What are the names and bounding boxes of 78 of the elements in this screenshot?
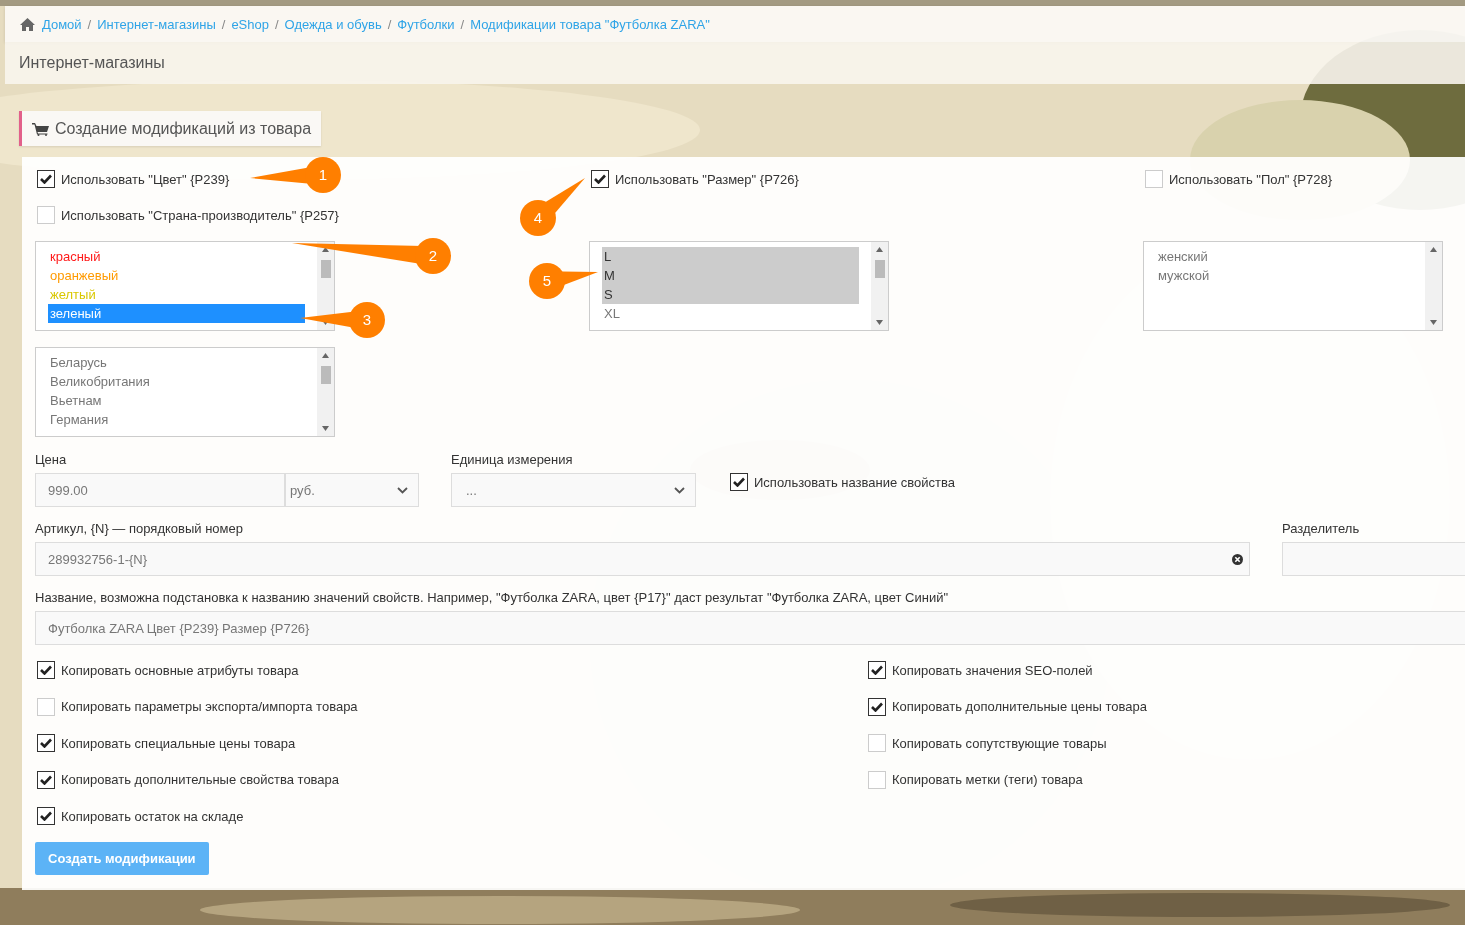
breadcrumb-separator: / bbox=[221, 16, 226, 32]
list-box[interactable]: женский мужской bbox=[1143, 241, 1443, 331]
scrollbar-thumb[interactable] bbox=[320, 260, 331, 278]
checkbox[interactable] bbox=[730, 473, 748, 491]
checkbox-label: Копировать сопутствующие товары bbox=[892, 735, 1107, 751]
checkbox[interactable] bbox=[868, 697, 886, 716]
create-button[interactable]: Создать модификации bbox=[35, 842, 209, 875]
list-option[interactable]: Вьетнам bbox=[48, 391, 305, 410]
list-option[interactable]: XL bbox=[602, 304, 859, 323]
field-label: Цена bbox=[35, 452, 68, 467]
home-icon bbox=[20, 17, 35, 31]
scroll-up-icon bbox=[876, 247, 883, 252]
caret-icon bbox=[674, 486, 685, 494]
list-box[interactable]: красный оранжевый желтый зеленый bbox=[35, 241, 335, 331]
checkbox-label: Копировать параметры экспорта/импорта товара bbox=[61, 699, 358, 714]
checkbox[interactable] bbox=[37, 807, 55, 825]
scroll-down-icon bbox=[1430, 320, 1437, 325]
breadcrumb-link[interactable]: Футболки bbox=[397, 16, 455, 32]
breadcrumb-separator: / bbox=[387, 16, 392, 32]
checkbox[interactable] bbox=[591, 170, 609, 188]
field-label: Артикул, {N} — порядковый номер bbox=[35, 521, 244, 536]
price-field[interactable]: 999.00 bbox=[35, 473, 285, 507]
list-option[interactable]: S bbox=[602, 285, 859, 304]
breadcrumb-link[interactable]: Модификации товара "Футболка ZARA" bbox=[470, 16, 710, 32]
checkbox[interactable] bbox=[37, 170, 55, 188]
scroll-down-icon bbox=[322, 426, 329, 431]
list-option[interactable]: зеленый bbox=[48, 304, 305, 323]
field-label: Разделитель bbox=[1282, 521, 1361, 536]
separator-field[interactable] bbox=[1282, 542, 1465, 576]
checkbox-label: Копировать остаток на складе bbox=[61, 808, 244, 824]
list-option[interactable]: мужской bbox=[1156, 266, 1413, 285]
breadcrumb-separator: / bbox=[274, 16, 279, 32]
scroll-up-icon bbox=[322, 247, 329, 252]
clear-icon bbox=[1232, 553, 1243, 565]
name-field[interactable]: Футболка ZARA Цвет {P239} Размер {P726} bbox=[35, 611, 1465, 645]
checkbox-label: Использовать "Страна-производитель" {P257} bbox=[61, 207, 339, 223]
breadcrumb-separator: / bbox=[460, 16, 465, 32]
currency-select[interactable]: руб. bbox=[285, 473, 419, 507]
scroll-up-icon bbox=[1430, 247, 1437, 252]
checkbox[interactable] bbox=[37, 770, 55, 789]
breadcrumb-link[interactable]: eShop bbox=[231, 16, 269, 32]
field-label: Название, возможна подстановка к названию значений свойств. Например, "Футболка ZARA, цвет {P17}" даст результат "Футболка ZARA, цвет Синий" bbox=[35, 590, 950, 605]
checkbox[interactable] bbox=[868, 661, 886, 679]
checkbox-label: Копировать метки (теги) товара bbox=[892, 772, 1083, 787]
checkbox-label: Копировать значения SEO-полей bbox=[892, 662, 1093, 678]
list-option[interactable]: Германия bbox=[48, 410, 305, 429]
list-option[interactable]: женский bbox=[1156, 247, 1413, 266]
cart-icon bbox=[32, 121, 49, 136]
scroll-up-icon bbox=[322, 353, 329, 358]
panel-tab[interactable]: Создание модификаций из товара bbox=[19, 111, 322, 146]
unit-select[interactable]: ... bbox=[451, 473, 696, 507]
scroll-down-icon bbox=[876, 320, 883, 325]
checkbox-label: Копировать дополнительные цены товара bbox=[892, 699, 1147, 714]
list-option[interactable]: M bbox=[602, 266, 859, 285]
list-option[interactable]: Великобритания bbox=[48, 372, 305, 391]
breadcrumb-link[interactable]: Домой bbox=[42, 16, 82, 32]
scrollbar-thumb[interactable] bbox=[320, 366, 331, 384]
scrollbar-thumb[interactable] bbox=[874, 260, 885, 278]
checkbox[interactable] bbox=[37, 661, 55, 679]
breadcrumb-link[interactable]: Одежда и обувь bbox=[284, 16, 382, 32]
checkbox-label: Использовать название свойства bbox=[754, 474, 955, 490]
list-box[interactable]: L M S XL bbox=[589, 241, 889, 331]
checkbox-label: Копировать основные атрибуты товара bbox=[61, 662, 299, 678]
page-title: Интернет-магазины bbox=[19, 54, 165, 72]
checkbox-label: Копировать специальные цены товара bbox=[61, 735, 296, 751]
checkbox[interactable] bbox=[37, 734, 55, 752]
list-option[interactable]: Беларусь bbox=[48, 353, 305, 372]
checkbox-label: Копировать дополнительные свойства товара bbox=[61, 772, 340, 787]
article-field[interactable]: 289932756-1-{N} bbox=[35, 542, 1250, 576]
checkbox-label: Использовать "Цвет" {P239} bbox=[61, 171, 230, 187]
list-option[interactable]: L bbox=[602, 247, 859, 266]
field-label: Единица измерения bbox=[451, 452, 574, 467]
checkbox-label: Использовать "Пол" {P728} bbox=[1169, 171, 1333, 187]
caret-icon bbox=[397, 486, 408, 494]
breadcrumb-separator: / bbox=[87, 16, 92, 32]
breadcrumb-link[interactable]: Интернет-магазины bbox=[97, 16, 216, 32]
checkbox-label: Использовать "Размер" {P726} bbox=[615, 171, 799, 187]
list-box[interactable]: Беларусь Великобритания Вьетнам Германия bbox=[35, 347, 335, 437]
